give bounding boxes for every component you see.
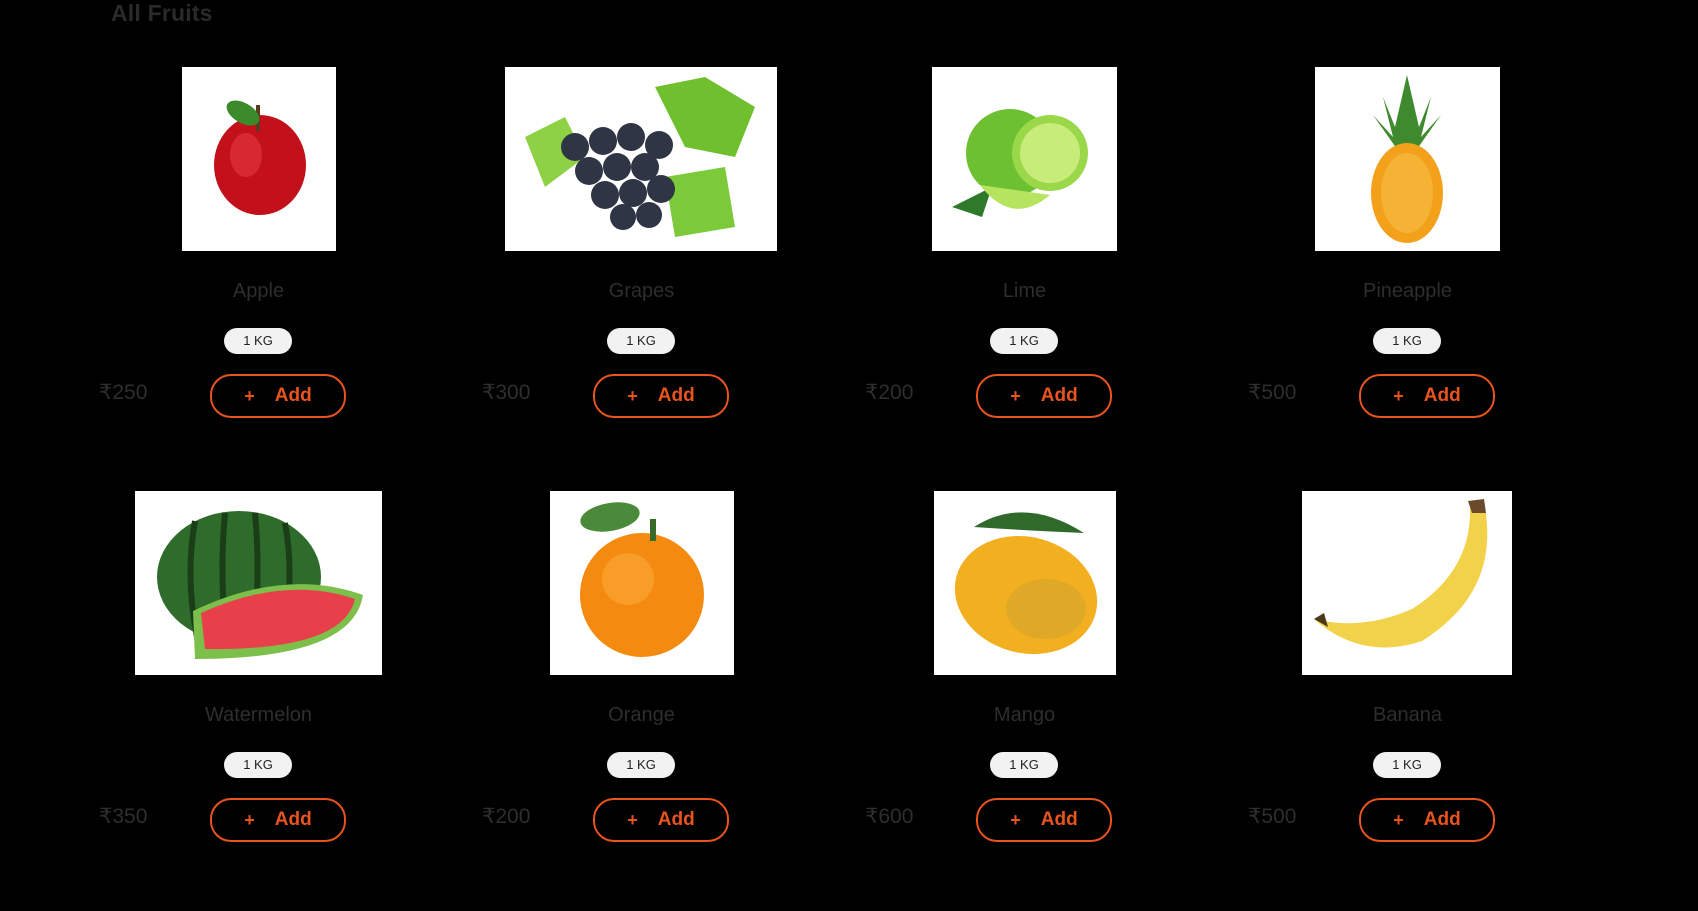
product-price: ₹300 — [482, 381, 531, 404]
product-name: Orange — [608, 704, 675, 726]
mango-image[interactable] — [934, 491, 1116, 675]
weight-badge: 1 KG — [224, 752, 292, 778]
product-card: Banana 1 KG ₹500 + Add — [1216, 491, 1599, 911]
product-price: ₹500 — [1248, 381, 1297, 404]
product-price: ₹250 — [99, 381, 148, 404]
plus-icon: + — [627, 385, 638, 406]
add-to-cart-button[interactable]: + Add — [976, 798, 1112, 842]
product-name: Mango — [993, 704, 1056, 726]
plus-icon: + — [244, 385, 255, 406]
product-price: ₹500 — [1248, 805, 1297, 828]
weight-badge: 1 KG — [1373, 752, 1441, 778]
product-name: Pineapple — [1363, 280, 1452, 302]
lime-illustration — [952, 109, 1088, 217]
orange-illustration — [580, 502, 704, 657]
pineapple-image[interactable] — [1315, 67, 1500, 251]
plus-icon: + — [244, 809, 255, 830]
plus-icon: + — [1393, 385, 1404, 406]
add-to-cart-button[interactable]: + Add — [210, 798, 346, 842]
grapes-image[interactable] — [505, 67, 777, 251]
weight-badge: 1 KG — [607, 752, 675, 778]
add-button-label: Add — [1040, 385, 1078, 406]
product-card: Apple 1 KG ₹250 + Add — [67, 67, 450, 487]
product-card: Orange 1 KG ₹200 + Add — [450, 491, 833, 911]
weight-badge: 1 KG — [607, 328, 675, 354]
weight-badge: 1 KG — [990, 752, 1058, 778]
product-card: Pineapple 1 KG ₹500 + Add — [1216, 67, 1599, 487]
product-card: Watermelon 1 KG ₹350 + Add — [67, 491, 450, 911]
weight-badge: 1 KG — [224, 328, 292, 354]
product-card: Mango 1 KG ₹600 + Add — [833, 491, 1216, 911]
apple-image[interactable] — [182, 67, 336, 251]
plus-icon: + — [1010, 809, 1021, 830]
add-to-cart-button[interactable]: + Add — [210, 374, 346, 418]
add-to-cart-button[interactable]: + Add — [1359, 798, 1495, 842]
product-name: Grapes — [608, 280, 675, 302]
add-button-label: Add — [274, 809, 312, 830]
product-name: Banana — [1373, 704, 1442, 726]
product-price: ₹350 — [99, 805, 148, 828]
watermelon-image[interactable] — [135, 491, 382, 675]
product-price: ₹200 — [865, 381, 914, 404]
watermelon-illustration — [157, 511, 363, 659]
weight-badge: 1 KG — [1373, 328, 1441, 354]
product-card: Lime 1 KG ₹200 + Add — [833, 67, 1216, 487]
add-button-label: Add — [274, 385, 312, 406]
pineapple-illustration — [1371, 75, 1443, 243]
product-name: Watermelon — [204, 704, 313, 726]
plus-icon: + — [1393, 809, 1404, 830]
grapes-illustration — [525, 77, 755, 237]
product-name: Lime — [1002, 280, 1047, 302]
add-button-label: Add — [657, 809, 695, 830]
orange-image[interactable] — [550, 491, 734, 675]
apple-illustration — [214, 100, 306, 215]
add-button-label: Add — [1423, 809, 1461, 830]
banana-illustration — [1314, 499, 1488, 648]
banana-image[interactable] — [1302, 491, 1512, 675]
mango-illustration — [954, 512, 1098, 655]
weight-badge: 1 KG — [990, 328, 1058, 354]
add-to-cart-button[interactable]: + Add — [593, 374, 729, 418]
product-name: Apple — [232, 280, 285, 302]
add-to-cart-button[interactable]: + Add — [593, 798, 729, 842]
lime-image[interactable] — [932, 67, 1117, 251]
section-title: All Fruits — [111, 0, 213, 26]
add-button-label: Add — [1423, 385, 1461, 406]
product-price: ₹200 — [482, 805, 531, 828]
add-to-cart-button[interactable]: + Add — [976, 374, 1112, 418]
plus-icon: + — [627, 809, 638, 830]
product-price: ₹600 — [865, 805, 914, 828]
add-button-label: Add — [1040, 809, 1078, 830]
add-button-label: Add — [657, 385, 695, 406]
add-to-cart-button[interactable]: + Add — [1359, 374, 1495, 418]
plus-icon: + — [1010, 385, 1021, 406]
product-card: Grapes 1 KG ₹300 + Add — [450, 67, 833, 487]
